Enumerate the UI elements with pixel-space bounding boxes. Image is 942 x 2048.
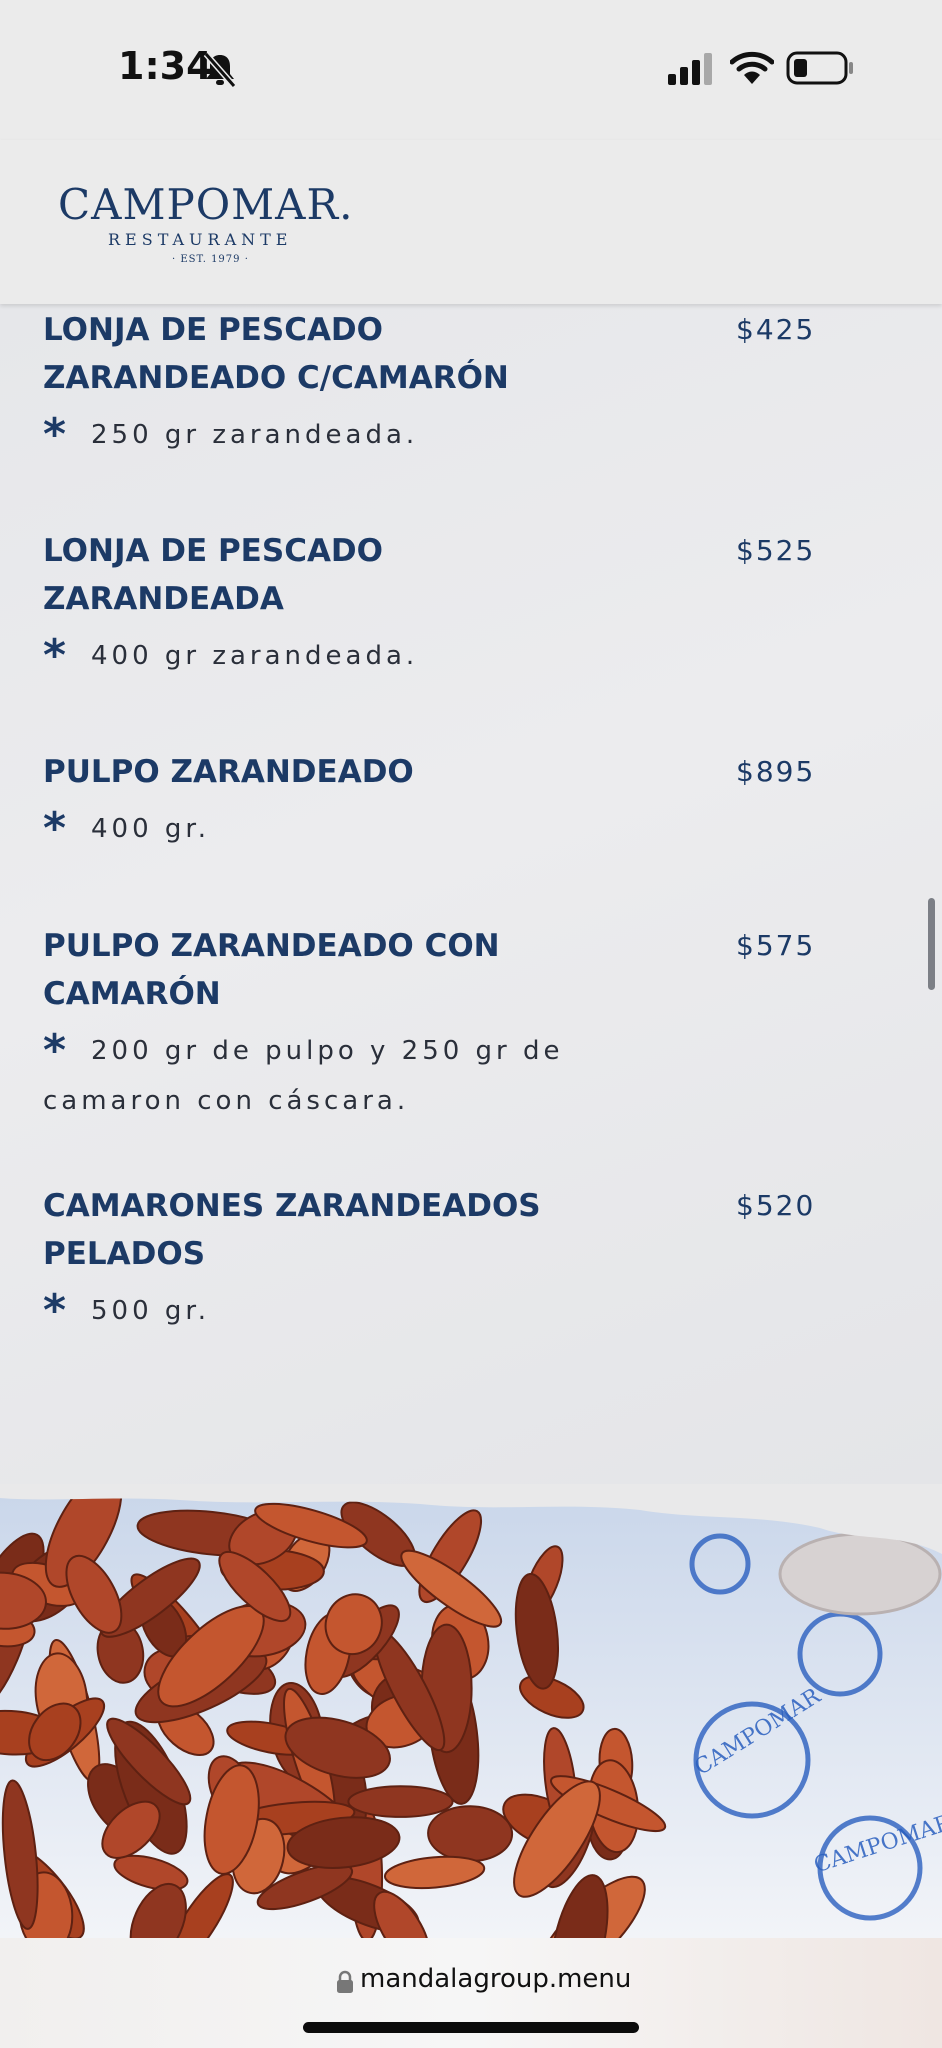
paper-stamp-text: CAMPOMAR CAMPOMAR	[690, 1683, 942, 1878]
battery-icon	[786, 51, 853, 85]
shrimp	[1, 1779, 39, 1930]
asterisk-icon: *	[43, 1285, 67, 1336]
menu-item-description: * 200 gr de pulpo y 250 gr de camaron con…	[43, 1026, 583, 1126]
asterisk-icon: *	[43, 803, 67, 854]
logo-subtitle: RESTAURANTE	[108, 230, 293, 249]
shrimp-illustration: CAMPOMAR CAMPOMAR	[0, 1484, 942, 1938]
menu-item-description: * 400 gr.	[43, 804, 583, 854]
url-text: mandalagroup.menu	[360, 1964, 632, 1994]
scrollbar-thumb[interactable]	[928, 898, 935, 990]
menu-item-description-text: 200 gr de pulpo y 250 gr de camaron con …	[43, 1036, 564, 1116]
status-time: 1:34	[118, 44, 213, 88]
menu-item-description-text: 400 gr zarandeada.	[91, 641, 419, 671]
wifi-icon	[730, 51, 774, 84]
bell-slash-icon	[203, 52, 237, 88]
lock-icon	[337, 1970, 353, 1993]
shrimp-pile	[0, 1484, 667, 1938]
menu-item-name: PULPO ZARANDEADO CON CAMARÓN	[43, 928, 500, 1012]
menu-item-description-text: 500 gr.	[91, 1296, 210, 1326]
menu-item-description-text: 400 gr.	[91, 814, 210, 844]
menu-item-name: LONJA DE PESCADO ZARANDEADA	[43, 533, 384, 617]
menu-list: LONJA DE PESCADO ZARANDEADO C/CAMARÓN $4…	[0, 304, 942, 1484]
fried-shrimp-photo: CAMPOMAR CAMPOMAR	[0, 1484, 942, 1938]
dip-cup	[778, 1532, 942, 1616]
cellular-signal-icon	[668, 53, 712, 85]
shrimp	[383, 1855, 486, 1890]
logo-name: CAMPOMAR.	[58, 180, 354, 229]
menu-item-price: $575	[736, 929, 816, 962]
asterisk-icon: *	[43, 409, 67, 460]
site-header: CAMPOMAR. RESTAURANTE · EST. 1979 ·	[0, 140, 942, 304]
menu-item-price: $425	[736, 313, 816, 346]
menu-item-description: * 400 gr zarandeada.	[43, 631, 583, 681]
asterisk-icon: *	[43, 1025, 67, 1076]
menu-item-price: $525	[736, 534, 816, 567]
menu-item-name: LONJA DE PESCADO ZARANDEADO C/CAMARÓN	[43, 312, 509, 396]
menu-item-name: PULPO ZARANDEADO	[43, 754, 414, 790]
menu-item-description: * 250 gr zarandeada.	[43, 410, 583, 460]
menu-item-price: $895	[736, 755, 816, 788]
home-indicator[interactable]	[303, 2022, 639, 2033]
shrimp	[347, 1785, 454, 1818]
status-bar: 1:34	[0, 0, 942, 140]
menu-item-description: * 500 gr.	[43, 1286, 583, 1336]
shrimp	[427, 1805, 514, 1863]
logo-established: · EST. 1979 ·	[172, 254, 249, 265]
asterisk-icon: *	[43, 630, 67, 681]
menu-item-name: CAMARONES ZARANDEADOS PELADOS	[43, 1188, 541, 1272]
browser-url-bar[interactable]: mandalagroup.menu	[0, 1938, 942, 2048]
menu-item-description-text: 250 gr zarandeada.	[91, 420, 419, 450]
menu-item-price: $520	[736, 1189, 816, 1222]
